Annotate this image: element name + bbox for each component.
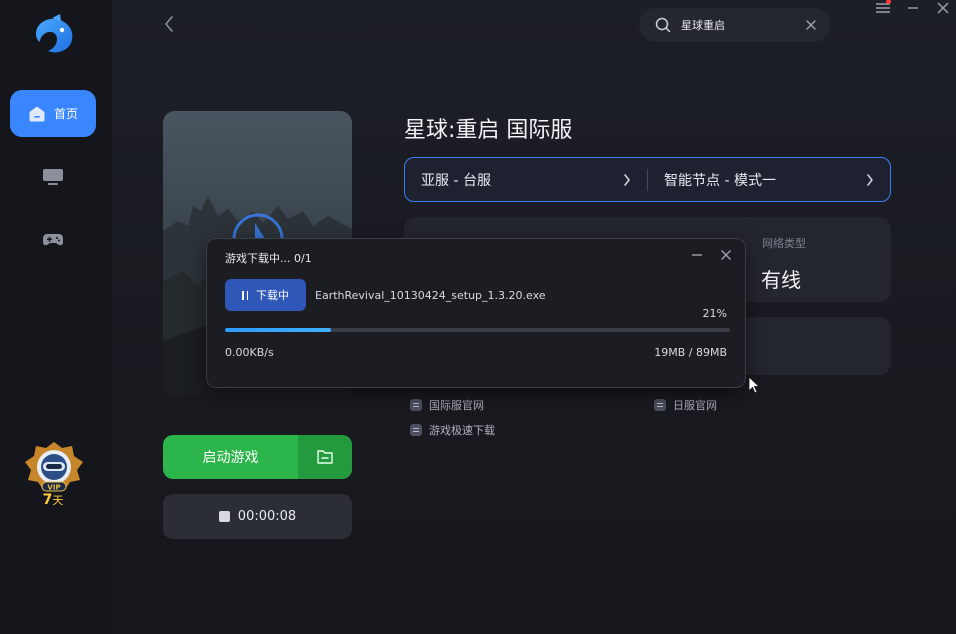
- dialog-minimize-button[interactable]: [689, 247, 705, 263]
- download-dialog: 游戏下载中... 0/1 下载中 EarthRevival_10130424_s…: [206, 238, 746, 388]
- link-label: 日服官网: [673, 399, 717, 412]
- server-region-label: 亚服 - 台服: [421, 172, 491, 189]
- gamepad-icon: [43, 234, 63, 246]
- start-game-button[interactable]: 启动游戏: [163, 435, 352, 479]
- clear-search-icon[interactable]: [804, 18, 818, 32]
- minimize-icon: [908, 7, 918, 9]
- app-logo-icon: [30, 14, 78, 56]
- vip-days: 7天: [0, 492, 106, 508]
- stop-timer-button[interactable]: 00:00:08: [163, 494, 352, 539]
- close-icon: [721, 250, 731, 260]
- link-jp-official-site[interactable]: 日服官网: [654, 397, 717, 413]
- search-icon: [655, 17, 671, 33]
- download-file-name: EarthRevival_10130424_setup_1.3.20.exe: [315, 289, 546, 302]
- search-input[interactable]: 星球重启: [681, 17, 804, 33]
- sidebar-item-home-label: 首页: [53, 107, 78, 121]
- document-icon: [654, 399, 666, 411]
- chevron-right-icon: [624, 173, 630, 186]
- back-button[interactable]: [158, 12, 180, 36]
- app-window: 首页 VIP 7天 星球重启 启动游戏 00:00:08 星球:重启 国际服 亚…: [0, 0, 956, 634]
- server-region-select[interactable]: 亚服 - 台服: [405, 158, 647, 201]
- link-label: 国际服官网: [429, 399, 484, 412]
- vip-badge-icon[interactable]: VIP: [22, 440, 86, 496]
- sidebar: 首页 VIP 7天: [0, 0, 112, 634]
- document-icon: [410, 424, 422, 436]
- monitor-icon: [43, 169, 63, 185]
- server-selector: 亚服 - 台服 智能节点 - 模式一: [404, 157, 891, 202]
- download-progress-fill: [225, 328, 332, 332]
- game-title: 星球:重启 国际服: [404, 118, 573, 143]
- sidebar-item-home[interactable]: 首页: [10, 90, 96, 137]
- download-size: 19MB / 89MB: [654, 346, 727, 359]
- sidebar-item-monitor[interactable]: [42, 166, 64, 188]
- close-window-button[interactable]: [933, 0, 953, 16]
- chevron-left-icon: [165, 16, 173, 32]
- link-fast-download[interactable]: 游戏极速下载: [410, 422, 495, 438]
- sidebar-item-games[interactable]: [42, 229, 64, 251]
- dialog-close-button[interactable]: [718, 247, 734, 263]
- mouse-cursor-icon: [748, 376, 760, 394]
- download-progress-bar: [225, 328, 730, 332]
- node-mode-label: 智能节点 - 模式一: [664, 172, 776, 189]
- chevron-right-icon: [867, 173, 873, 186]
- svg-text:VIP: VIP: [47, 484, 60, 492]
- start-game-label: 启动游戏: [202, 450, 259, 466]
- stop-icon: [218, 511, 230, 522]
- node-mode-select[interactable]: 智能节点 - 模式一: [648, 158, 890, 201]
- download-dialog-title: 游戏下载中... 0/1: [225, 252, 312, 265]
- menu-button[interactable]: [873, 0, 893, 16]
- network-type-value: 有线: [761, 268, 801, 292]
- link-label: 游戏极速下载: [429, 424, 495, 437]
- minimize-icon: [692, 254, 702, 256]
- minimize-window-button[interactable]: [903, 0, 923, 16]
- download-speed: 0.00KB/s: [225, 346, 274, 359]
- vip-days-value: 7: [42, 492, 53, 508]
- close-icon: [937, 2, 949, 14]
- search-box[interactable]: 星球重启: [639, 8, 830, 42]
- download-status-label: 下载中: [256, 289, 289, 302]
- pause-icon: [242, 290, 248, 300]
- folder-icon: [317, 450, 333, 464]
- open-folder-button[interactable]: [298, 435, 352, 479]
- link-intl-official-site[interactable]: 国际服官网: [410, 397, 484, 413]
- download-percent: 21%: [702, 307, 727, 320]
- timer-text: 00:00:08: [237, 509, 297, 524]
- vip-days-unit: 天: [52, 494, 64, 507]
- home-icon: [28, 105, 46, 123]
- network-type-label: 网络类型: [762, 237, 806, 250]
- pause-download-button[interactable]: 下载中: [225, 279, 306, 311]
- document-icon: [410, 399, 422, 411]
